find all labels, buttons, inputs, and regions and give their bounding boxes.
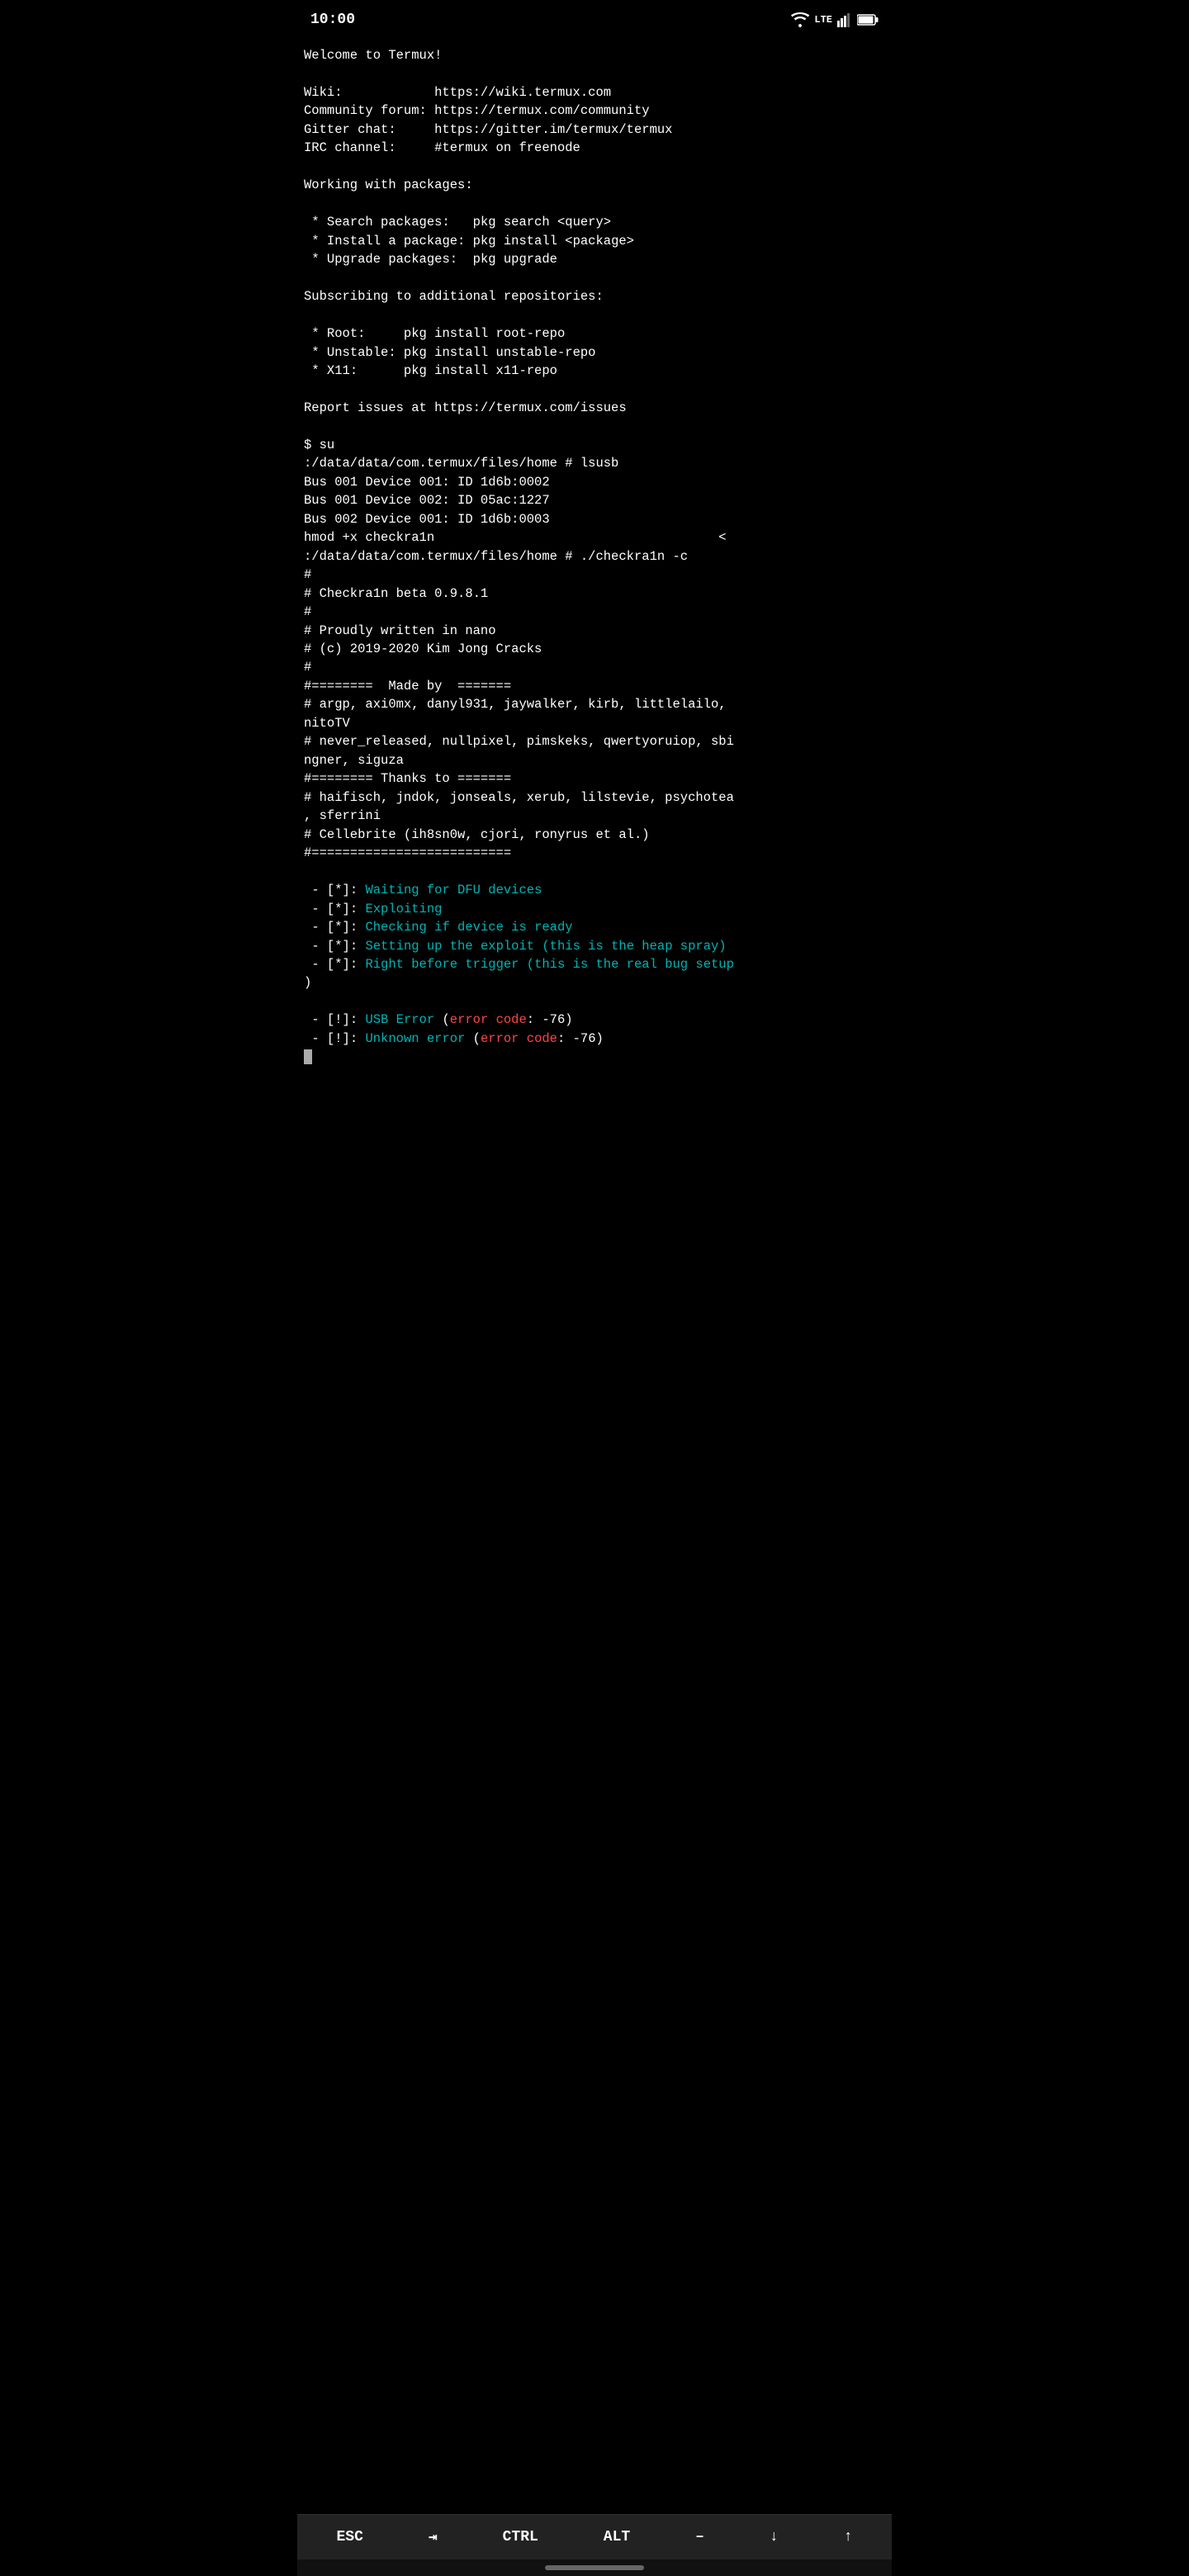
terminal-wrapper: Welcome to Termux! Wiki: https://wiki.te… (297, 40, 892, 2510)
minus-key[interactable]: – (689, 2526, 711, 2549)
lte-icon: LTE (814, 14, 832, 26)
terminal-content: Welcome to Termux! Wiki: https://wiki.te… (297, 40, 892, 1073)
down-key[interactable]: ↓ (763, 2526, 785, 2549)
status-icons: LTE (791, 12, 879, 27)
scroll-indicator (545, 2565, 644, 2570)
keyboard-bar: ESC ⇥ CTRL ALT – ↓ ↑ (297, 2515, 892, 2559)
esc-key[interactable]: ESC (329, 2526, 369, 2549)
wifi-icon (791, 12, 809, 27)
tab-key[interactable]: ⇥ (422, 2525, 444, 2550)
up-key[interactable]: ↑ (837, 2526, 860, 2549)
alt-key[interactable]: ALT (597, 2526, 637, 2549)
bottom-bar: ESC ⇥ CTRL ALT – ↓ ↑ (297, 2514, 892, 2576)
battery-icon (857, 14, 879, 26)
ctrl-key[interactable]: CTRL (496, 2526, 545, 2549)
status-bar: 10:00 LTE (297, 0, 892, 40)
scroll-bar-area (297, 2559, 892, 2576)
signal-icon (837, 12, 852, 27)
status-time: 10:00 (310, 12, 355, 28)
